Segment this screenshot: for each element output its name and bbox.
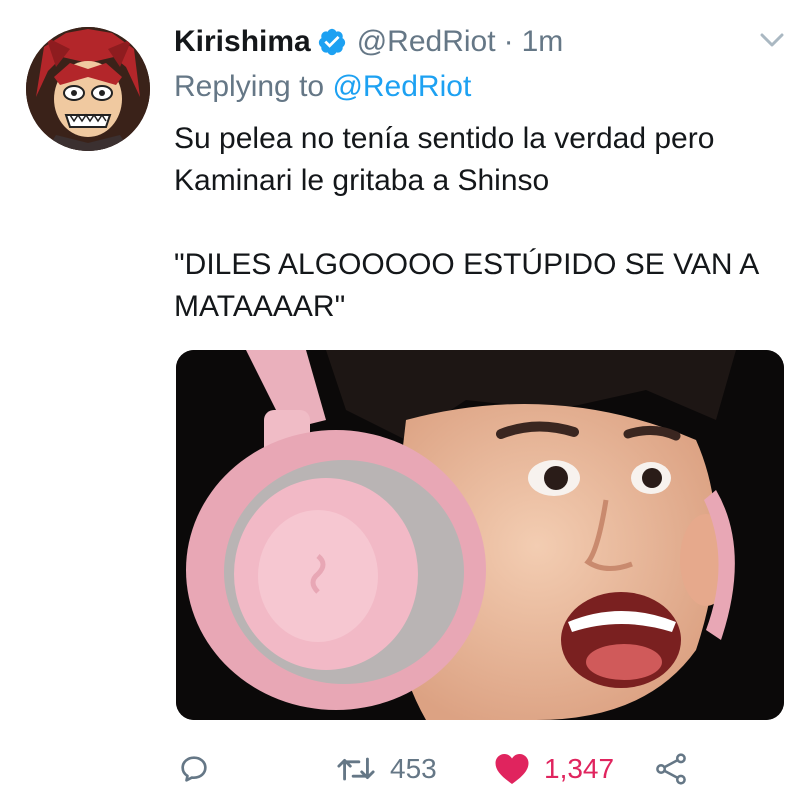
- timestamp[interactable]: 1m: [522, 25, 564, 59]
- tweet-text-line: "DILES ALGOOOOO ESTÚPIDO SE VAN A: [174, 248, 760, 281]
- replying-handle-link[interactable]: @RedRiot: [332, 70, 471, 103]
- tweet-text: Su pelea no tenía sentido la verdad pero…: [174, 118, 784, 328]
- chevron-down-icon[interactable]: [758, 30, 786, 50]
- replying-to: Replying to @RedRiot: [174, 70, 471, 104]
- author-handle[interactable]: @RedRiot: [357, 25, 496, 59]
- share-icon: [656, 753, 686, 785]
- time-separator: ·: [503, 25, 514, 58]
- verified-badge-icon: [318, 28, 345, 56]
- retweet-button[interactable]: 453: [336, 742, 437, 796]
- like-button[interactable]: 1,347: [494, 742, 614, 796]
- reply-button[interactable]: [178, 742, 210, 796]
- tweet-text-line: Kaminari le gritaba a Shinso: [174, 164, 550, 197]
- heart-icon: [495, 754, 529, 784]
- avatar[interactable]: [26, 27, 150, 151]
- tweet-text-line: MATAAAAR": [174, 290, 346, 323]
- retweet-icon: [337, 757, 375, 781]
- tweet-text-line: Su pelea no tenía sentido la verdad pero: [174, 122, 715, 155]
- tweet-header: Kirishima @RedRiot · 1m: [174, 22, 563, 62]
- share-button[interactable]: [654, 742, 688, 796]
- display-name[interactable]: Kirishima: [174, 25, 311, 59]
- retweet-count: 453: [390, 753, 437, 784]
- like-count: 1,347: [544, 753, 615, 784]
- tweet-actions: 453 1,347: [0, 742, 810, 796]
- tweet-media-image[interactable]: [176, 350, 784, 720]
- tweet: Kirishima @RedRiot · 1m Replying to @Red…: [0, 0, 810, 811]
- reply-icon: [181, 756, 207, 782]
- replying-prefix: Replying to: [174, 70, 325, 103]
